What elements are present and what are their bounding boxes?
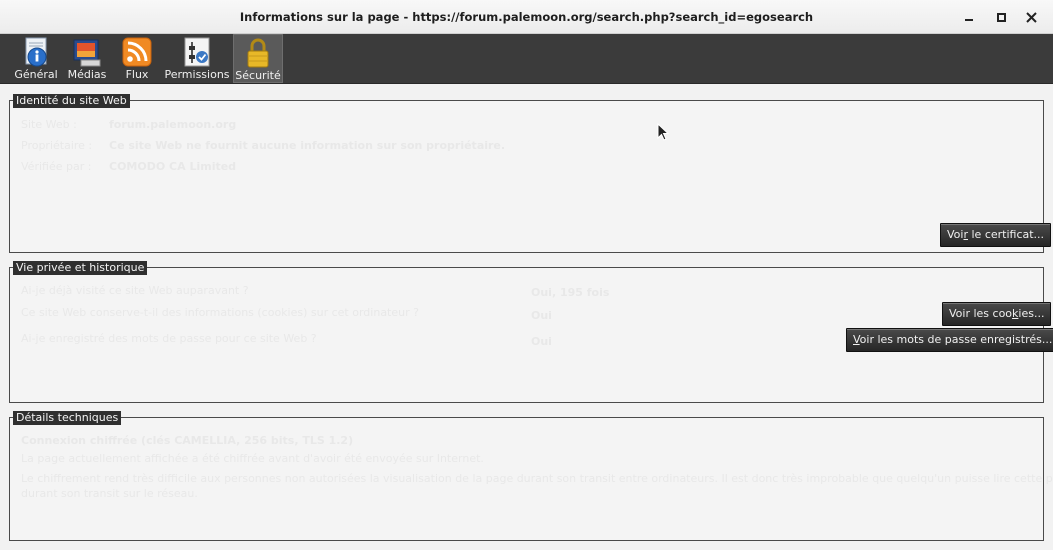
close-icon bbox=[1025, 11, 1037, 23]
owner-value: Ce site Web ne fournit aucune informatio… bbox=[109, 139, 506, 152]
lock-icon bbox=[247, 38, 269, 68]
visited-answer: Oui, 195 fois bbox=[531, 286, 610, 299]
view-cookies-label-pre: Voir les coo bbox=[949, 307, 1013, 320]
tab-permissions-label: Permissions bbox=[164, 68, 230, 81]
permissions-icon bbox=[184, 37, 210, 67]
visited-question: Ai-je déjà visité ce site Web auparavant… bbox=[21, 284, 249, 297]
group-legend: Détails techniques bbox=[13, 411, 122, 425]
page-info-toolbar: Général Médias Flux Permissions Sécurité bbox=[0, 34, 1053, 84]
minimize-button[interactable] bbox=[960, 8, 978, 26]
view-saved-passwords-button[interactable]: Voir les mots de passe enregistrés... bbox=[846, 328, 1053, 352]
encryption-line2b: durant son transit sur le réseau. bbox=[21, 487, 198, 500]
owner-label: Propriétaire : bbox=[21, 139, 93, 152]
view-cookies-button[interactable]: Voir les cookies... bbox=[942, 302, 1052, 326]
passwords-question: Ai-je enregistré des mots de passe pour … bbox=[21, 332, 317, 345]
verifier-label: Vérifiée par : bbox=[21, 160, 92, 173]
view-certificate-label-pre: Voi bbox=[947, 228, 964, 241]
tab-media[interactable]: Médias bbox=[64, 34, 110, 83]
encryption-line2a: Le chiffrement rend très difficile aux p… bbox=[21, 472, 1053, 485]
tab-general[interactable]: Général bbox=[12, 34, 60, 83]
tab-permissions[interactable]: Permissions bbox=[164, 34, 230, 83]
info-icon bbox=[25, 37, 47, 67]
encryption-line1: La page actuellement affichée a été chif… bbox=[21, 452, 484, 465]
maximize-icon bbox=[996, 12, 1006, 22]
technical-details-group: Détails techniques Connexion chiffrée (c… bbox=[9, 411, 1053, 541]
media-icon bbox=[73, 39, 101, 67]
encryption-headline: Connexion chiffrée (clés CAMELLIA, 256 b… bbox=[21, 434, 354, 447]
cookies-question: Ce site Web conserve-t-il des informatio… bbox=[21, 306, 419, 319]
tab-feeds[interactable]: Flux bbox=[116, 34, 158, 83]
view-certificate-button[interactable]: Voir le certificat... bbox=[940, 223, 1052, 247]
group-legend: Identité du site Web bbox=[13, 94, 130, 108]
view-cookies-label-post: ies... bbox=[1018, 307, 1045, 320]
view-passwords-accel: V bbox=[853, 333, 860, 346]
website-label: Site Web : bbox=[21, 118, 77, 131]
view-certificate-label-post: le certificat... bbox=[968, 228, 1045, 241]
tab-general-label: Général bbox=[14, 68, 58, 81]
website-identity-group: Identité du site Web Site Web : forum.pa… bbox=[9, 94, 1052, 253]
view-passwords-label-post: oir les mots de passe enregistrés... bbox=[859, 333, 1053, 346]
window-title: Informations sur la page - https://forum… bbox=[239, 10, 814, 24]
tab-security[interactable]: Sécurité bbox=[233, 34, 283, 83]
tab-security-label: Sécurité bbox=[235, 69, 281, 82]
website-value: forum.palemoon.org bbox=[109, 118, 237, 131]
group-legend: Vie privée et historique bbox=[13, 261, 148, 275]
close-button[interactable] bbox=[1022, 8, 1040, 26]
minimize-icon bbox=[965, 19, 973, 21]
cookies-answer: Oui bbox=[531, 309, 552, 322]
rss-icon bbox=[122, 37, 152, 67]
passwords-answer: Oui bbox=[531, 335, 552, 348]
mouse-cursor-icon bbox=[657, 123, 669, 141]
tab-feeds-label: Flux bbox=[125, 68, 149, 81]
maximize-button[interactable] bbox=[992, 8, 1010, 26]
privacy-history-group: Vie privée et historique Ai-je déjà visi… bbox=[9, 261, 1053, 403]
window-titlebar: Informations sur la page - https://forum… bbox=[0, 0, 1053, 34]
tab-media-label: Médias bbox=[67, 68, 107, 81]
verifier-value: COMODO CA Limited bbox=[109, 160, 237, 173]
